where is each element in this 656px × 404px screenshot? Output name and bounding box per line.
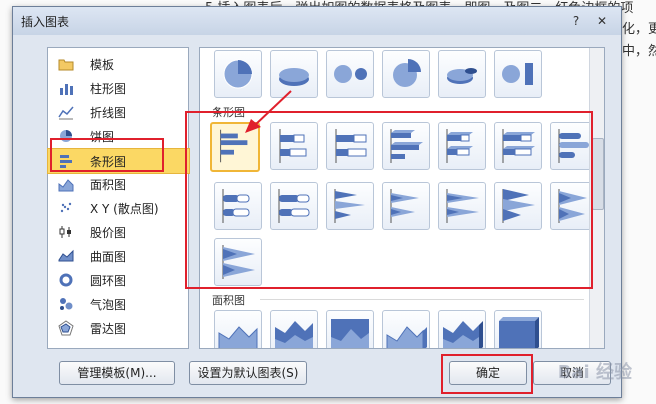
stacked-area-3d-thumbnail[interactable] xyxy=(438,310,486,348)
background-text-line2: 化，更 xyxy=(622,22,656,37)
percent-stacked-area-3d-icon xyxy=(499,317,539,348)
exploded-pie-3d-icon xyxy=(447,68,477,84)
category-label: 气泡图 xyxy=(90,298,127,312)
insert-chart-dialog: 插入图表 ? ✕ 模板 柱形图 折线图 饼图 条形图 面积图 X Y (散点图)… xyxy=(12,6,622,398)
area-3d-icon xyxy=(386,326,427,348)
set-default-chart-button[interactable]: 设置为默认图表(S) xyxy=(189,361,307,385)
manage-templates-button[interactable]: 管理模板(M)... xyxy=(59,361,175,385)
category-surface[interactable]: 曲面图 xyxy=(48,244,188,268)
title-bar: 插入图表 ? ✕ xyxy=(13,7,621,35)
annotation-bar-gallery-highlight xyxy=(185,111,593,289)
stacked-area-thumbnail[interactable] xyxy=(270,310,318,348)
stacked-area-icon xyxy=(275,321,313,348)
category-area[interactable]: 面积图 xyxy=(48,172,188,196)
exploded-pie-icon xyxy=(393,59,421,87)
pie-of-pie-icon xyxy=(334,65,367,83)
help-button[interactable]: ? xyxy=(565,12,587,30)
category-scatter[interactable]: X Y (散点图) xyxy=(48,196,188,220)
stacked-area-3d-icon xyxy=(443,321,483,348)
dialog-title: 插入图表 xyxy=(21,15,70,29)
category-label: 折线图 xyxy=(90,106,127,120)
scatter-chart-icon xyxy=(60,202,72,213)
annotation-ok-highlight xyxy=(441,354,533,394)
scrollbar-thumb[interactable] xyxy=(592,138,604,210)
category-label: 面积图 xyxy=(90,178,127,192)
stock-chart-icon xyxy=(59,226,71,238)
category-doughnut[interactable]: 圆环图 xyxy=(48,268,188,292)
area-thumbnail[interactable] xyxy=(214,310,262,348)
area-icon xyxy=(218,326,258,348)
category-label: 股价图 xyxy=(90,226,127,240)
category-radar[interactable]: 雷达图 xyxy=(48,316,188,340)
area-chart-icon xyxy=(58,179,74,192)
category-template[interactable]: 模板 xyxy=(48,52,188,76)
category-label: 模板 xyxy=(90,58,115,72)
category-column[interactable]: 柱形图 xyxy=(48,76,188,100)
category-label: 曲面图 xyxy=(90,250,127,264)
surface-chart-icon xyxy=(58,249,74,262)
category-stock[interactable]: 股价图 xyxy=(48,220,188,244)
section-label-area: 面积图 xyxy=(212,294,245,307)
annotation-category-highlight xyxy=(50,138,164,172)
exploded-pie-thumbnail[interactable] xyxy=(382,50,430,98)
category-bubble[interactable]: 气泡图 xyxy=(48,292,188,316)
close-button[interactable]: ✕ xyxy=(591,12,613,30)
percent-stacked-area-3d-thumbnail[interactable] xyxy=(494,310,542,348)
line-chart-icon xyxy=(58,106,74,120)
exploded-pie-3d-thumbnail[interactable] xyxy=(438,50,486,98)
watermark: Bai 经验 xyxy=(557,362,632,383)
column-chart-icon xyxy=(60,84,73,95)
bar-of-pie-icon xyxy=(502,63,533,85)
section-divider xyxy=(260,299,584,300)
radar-chart-icon xyxy=(58,320,74,336)
chart-category-list: 模板 柱形图 折线图 饼图 条形图 面积图 X Y (散点图) 股价图 曲面图 … xyxy=(47,47,190,349)
category-label: 雷达图 xyxy=(90,322,127,336)
background-text-line3: 中，然 xyxy=(622,44,656,59)
folder-icon xyxy=(58,59,74,71)
category-label: X Y (散点图) xyxy=(90,202,159,216)
annotation-arrow-icon xyxy=(245,90,292,133)
doughnut-chart-icon xyxy=(59,273,73,287)
pie-of-pie-thumbnail[interactable] xyxy=(326,50,374,98)
percent-stacked-area-icon xyxy=(331,319,369,348)
category-label: 柱形图 xyxy=(90,82,127,96)
area-3d-thumbnail[interactable] xyxy=(382,310,430,348)
bar-of-pie-thumbnail[interactable] xyxy=(494,50,542,98)
category-label: 圆环图 xyxy=(90,274,127,288)
bubble-chart-icon xyxy=(60,298,73,310)
category-line[interactable]: 折线图 xyxy=(48,100,188,124)
percent-stacked-area-thumbnail[interactable] xyxy=(326,310,374,348)
